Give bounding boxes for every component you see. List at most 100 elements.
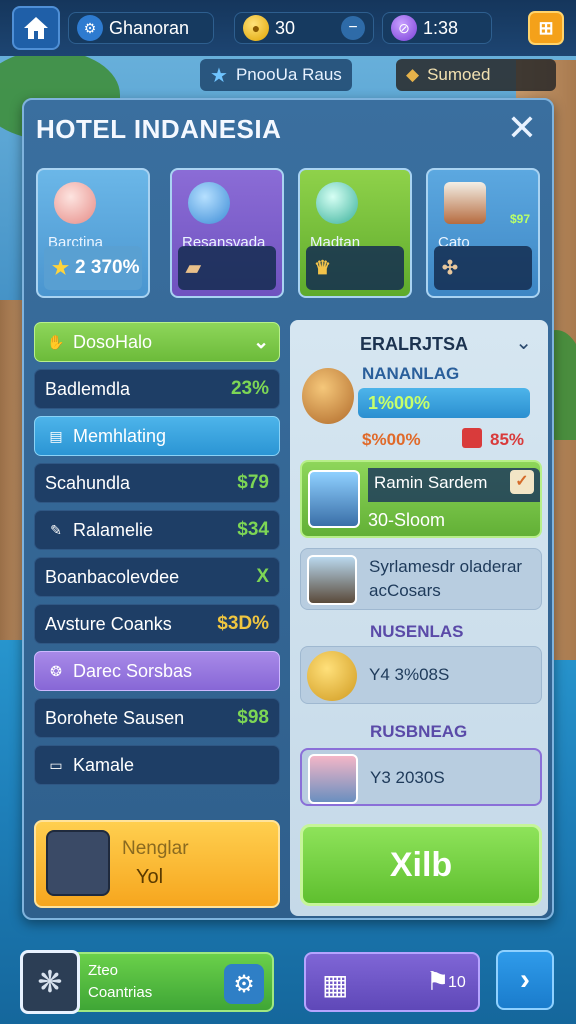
checkbox[interactable]: ✓ — [510, 470, 534, 494]
surfboard-icon — [54, 182, 96, 224]
home-button[interactable] — [12, 6, 60, 50]
reward-card[interactable]: Y4 3%08S — [300, 646, 542, 704]
stat-left: $%00% — [362, 430, 421, 449]
list-item-label: Avsture Coanks — [45, 613, 172, 634]
progress-bar: 1%00% — [358, 388, 530, 418]
next-button[interactable]: › — [496, 950, 554, 1010]
avatar[interactable]: ❋ — [20, 950, 80, 1014]
status-label: Sumoed — [427, 65, 491, 84]
top-bar: ⚙ Ghanoran ● 30 − ⊘ 1:38 ⊞ — [0, 0, 576, 56]
gem-icon: ⊘ — [391, 15, 417, 41]
building-icon: ▦ — [322, 969, 349, 1000]
inventory-panel[interactable]: ▦ ⚑ 10 — [304, 952, 480, 1012]
timer-value: 1:38 — [423, 17, 459, 38]
card-cato[interactable]: $97 Cato ✣ — [426, 168, 540, 298]
card-resansvada[interactable]: Resansvada ▰ — [170, 168, 284, 298]
list-item[interactable]: Scahundla $79 — [34, 463, 280, 503]
settings-button[interactable]: ⚙ — [224, 964, 264, 1004]
close-button[interactable]: ✕ — [502, 108, 542, 148]
list-item[interactable]: ▭ Kamale — [34, 745, 280, 785]
list-item-label: DosoHalo — [73, 331, 153, 352]
room-subtitle: 30-Sloom — [368, 510, 446, 530]
chevron-down-icon[interactable]: ⌄ — [515, 330, 532, 355]
confirm-button[interactable]: Xilb — [300, 824, 542, 906]
gift-icon — [462, 428, 482, 448]
list-item-value: $98 — [237, 707, 269, 728]
list-item-value: $3D% — [217, 613, 269, 634]
menu-button[interactable]: ⊞ — [528, 11, 564, 45]
chest-icon: ▰ — [186, 257, 201, 279]
list-item-label: Memhlating — [73, 425, 167, 446]
card-value-area: ★ 2 370% — [44, 246, 142, 290]
add-coins-button[interactable]: − — [341, 16, 365, 40]
location-pill[interactable]: ★ PnooUa Raus — [200, 59, 352, 91]
safe-icon — [46, 830, 110, 896]
list-item[interactable]: ✎ Ralamelie $34 — [34, 510, 280, 550]
room-thumbnail — [308, 470, 360, 528]
bottom-bar: ❋ Zteo Coantrias ⚙ ▦ ⚑ 10 › — [0, 940, 576, 1024]
curtain-icon — [308, 754, 358, 804]
profile-icon: ⚙ — [77, 15, 103, 41]
card-madtan[interactable]: Madtan ♛ — [298, 168, 412, 298]
document-icon: ▤ — [49, 427, 63, 444]
list-item-label: Scahundla — [45, 472, 131, 493]
list-item[interactable]: ▤ Memhlating — [34, 416, 280, 456]
ticket-icon — [307, 651, 357, 701]
profile-panel[interactable]: ❋ Zteo Coantrias ⚙ — [20, 950, 274, 1014]
reward-text: Y4 3%08S — [369, 665, 450, 684]
list-item[interactable]: ❂ Darec Sorsbas — [34, 651, 280, 691]
room-card[interactable]: Ramin Sardem ✓ 30-Sloom — [300, 460, 542, 538]
card-icon: ▭ — [49, 756, 63, 773]
list-item-label: Borohete Sausen — [45, 707, 185, 728]
star-icon: ★ — [210, 64, 228, 87]
chevron-down-icon: ⌄ — [253, 331, 269, 353]
hotel-icon — [302, 368, 354, 424]
timer-pill[interactable]: ⊘ 1:38 — [382, 12, 492, 44]
star-icon: ★ — [52, 257, 70, 279]
list-item[interactable]: Badlemdla 23% — [34, 369, 280, 409]
list-item-value: X — [256, 566, 269, 587]
reward-text: Y3 2030S — [370, 768, 445, 787]
card-value-area: ✣ — [434, 246, 532, 290]
nenglar-button[interactable]: Nenglar Yol — [34, 820, 280, 908]
info-card[interactable]: Syrlamesdr oladerar acCosars — [300, 548, 542, 610]
button-line2: Yol — [136, 866, 164, 888]
list-item[interactable]: Avsture Coanks $3D% — [34, 604, 280, 644]
grid-icon: ⊞ — [538, 17, 554, 38]
panel-title: HOTEL INDANESIA — [36, 114, 282, 144]
info-text: Syrlamesdr oladerar acCosars — [369, 557, 523, 600]
hand-icon: ✋ — [47, 333, 65, 350]
gear-icon: ✣ — [442, 257, 458, 279]
reward-card[interactable]: Y3 2030S — [300, 748, 542, 806]
location-label: PnooUa Raus — [235, 65, 342, 84]
section-label: RUSBNEAG — [370, 722, 468, 741]
badge-icon — [188, 182, 230, 224]
shell-icon: ❂ — [50, 662, 62, 679]
list-item[interactable]: Borohete Sausen $98 — [34, 698, 280, 738]
stats-list: ✋ DosoHalo ⌄ Badlemdla 23% ▤ Memhlating … — [34, 322, 280, 792]
card-barctina[interactable]: Barctina ★ 2 370% — [36, 168, 150, 298]
card-value-area: ♛ — [306, 246, 404, 290]
coin-icon: ● — [243, 15, 269, 41]
home-icon — [24, 17, 48, 39]
list-item[interactable]: ✋ DosoHalo ⌄ — [34, 322, 280, 362]
card-extra: $97 — [509, 212, 530, 226]
player-name-pill[interactable]: ⚙ Ghanoran — [68, 12, 214, 44]
list-item-value: $34 — [237, 519, 269, 540]
profile-line1: Zteo — [88, 962, 119, 979]
card-value: 2 370% — [75, 257, 140, 278]
status-pill[interactable]: ◆ Sumoed — [396, 59, 556, 91]
ticket-icon: ✎ — [50, 521, 62, 538]
section-label: NUSENLAS — [370, 622, 464, 641]
details-header: ERALRJTSA — [360, 334, 469, 354]
section-label: NANANLAG — [362, 364, 460, 383]
player-name: Ghanoran — [109, 17, 190, 38]
list-item-label: Badlemdla — [45, 378, 131, 399]
details-panel: ERALRJTSA ⌄ NANANLAG 1%00% $%00% 85% Ram… — [290, 320, 548, 916]
list-item-label: Boanbacolevdee — [45, 566, 180, 587]
cabin-thumbnail — [307, 555, 357, 605]
list-item[interactable]: Boanbacolevdee X — [34, 557, 280, 597]
coin-pill[interactable]: ● 30 − — [234, 12, 374, 44]
crown-icon: ♛ — [314, 257, 332, 279]
shell-icon: ❋ — [37, 965, 63, 999]
